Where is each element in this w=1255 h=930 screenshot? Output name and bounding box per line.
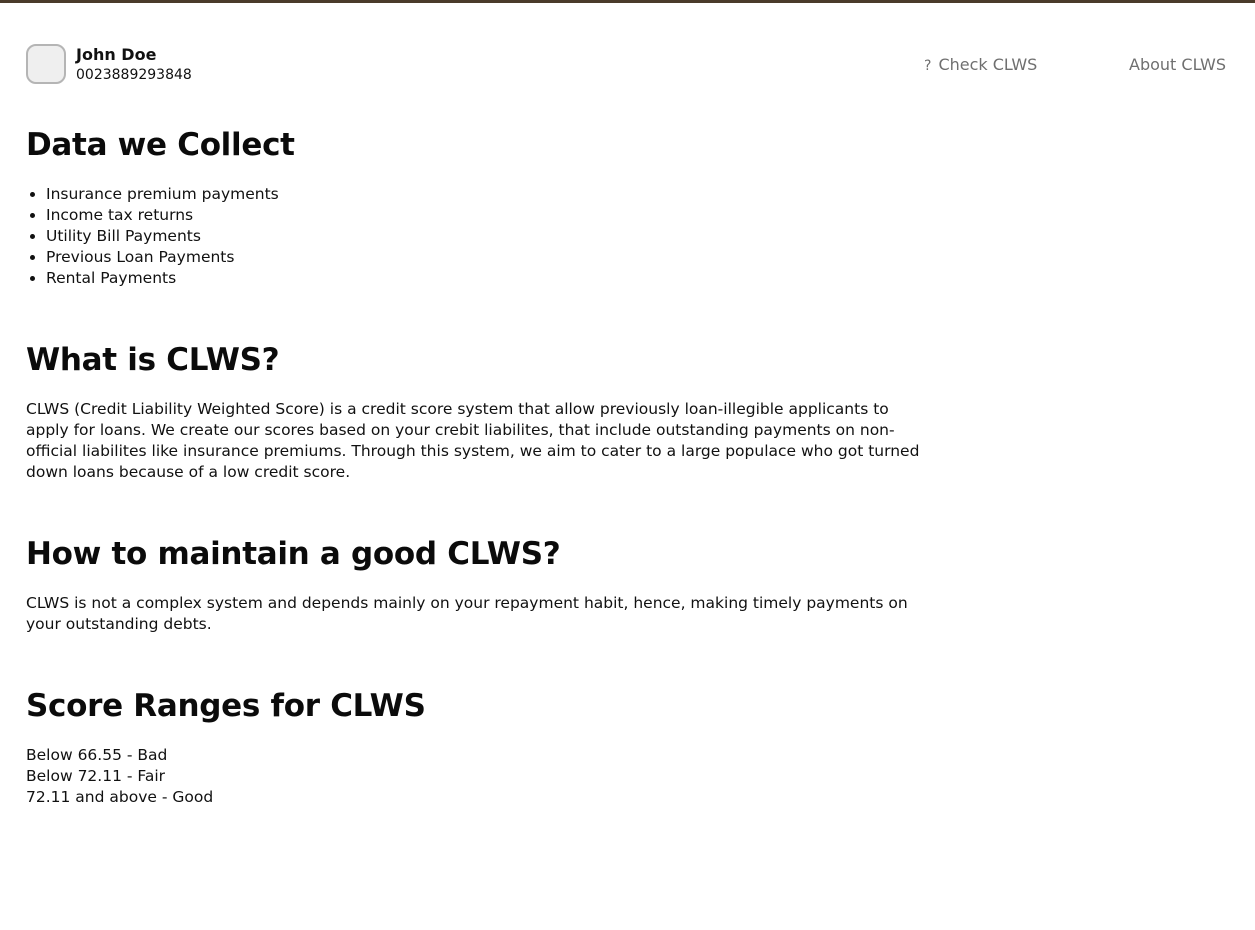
- maintain-section: How to maintain a good CLWS? CLWS is not…: [26, 531, 931, 635]
- main-content: Data we Collect Insurance premium paymen…: [26, 122, 931, 808]
- range-item: Below 72.11 - Fair: [26, 767, 166, 785]
- list-item: Utility Bill Payments: [46, 226, 931, 247]
- data-collect-list: Insurance premium payments Income tax re…: [26, 184, 931, 289]
- header: John Doe 0023889293848 ? Check CLWS About…: [26, 44, 1226, 86]
- top-accent-bar: [0, 0, 1255, 3]
- check-clws-label: Check CLWS: [938, 55, 1038, 74]
- what-is-section: What is CLWS? CLWS (Credit Liability Wei…: [26, 337, 931, 483]
- data-collect-section: Data we Collect Insurance premium paymen…: [26, 122, 931, 289]
- list-item: Previous Loan Payments: [46, 247, 931, 268]
- question-icon: ?: [924, 58, 932, 74]
- ranges-title: Score Ranges for CLWS: [26, 688, 426, 724]
- maintain-body: CLWS is not a complex system and depends…: [26, 594, 908, 633]
- list-item: Insurance premium payments: [46, 184, 931, 205]
- maintain-title: How to maintain a good CLWS?: [26, 536, 561, 572]
- what-is-title: What is CLWS?: [26, 342, 280, 378]
- user-id: 0023889293848: [76, 67, 192, 83]
- about-clws-link[interactable]: About CLWS: [1129, 55, 1226, 74]
- what-is-body: CLWS (Credit Liability Weighted Score) i…: [26, 400, 920, 481]
- range-item: Below 66.55 - Bad: [26, 746, 168, 764]
- list-item: Rental Payments: [46, 268, 931, 289]
- check-clws-link[interactable]: ? Check CLWS: [924, 55, 1037, 74]
- ranges-list: Below 66.55 - Bad Below 72.11 - Fair 72.…: [26, 745, 931, 808]
- avatar[interactable]: [26, 44, 66, 84]
- user-name: John Doe: [76, 45, 157, 64]
- ranges-section: Score Ranges for CLWS Below 66.55 - Bad …: [26, 683, 931, 808]
- range-item: 72.11 and above - Good: [26, 788, 214, 806]
- list-item: Income tax returns: [46, 205, 931, 226]
- data-collect-title: Data we Collect: [26, 127, 295, 163]
